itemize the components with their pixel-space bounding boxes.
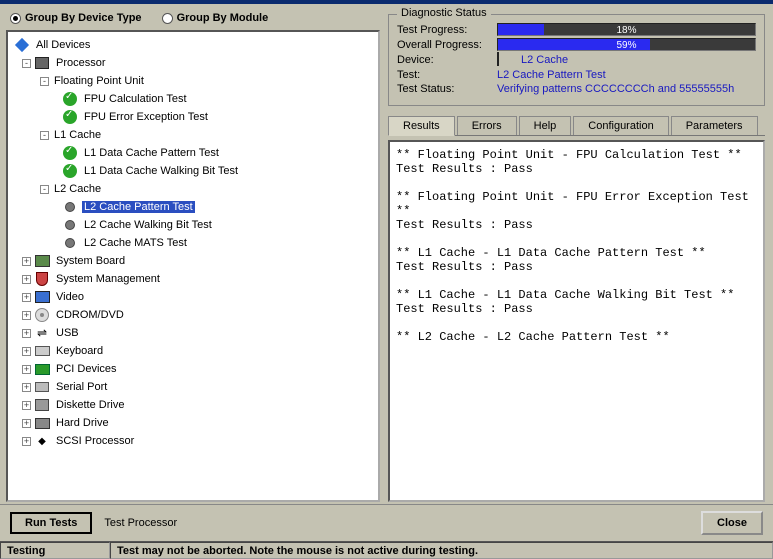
overall-progress-label: Overall Progress: [397, 39, 497, 51]
tree-processor[interactable]: - Processor [10, 54, 376, 72]
tab-bar: Results Errors Help Configuration Parame… [388, 116, 765, 136]
tree-test-selected[interactable]: L2 Cache Pattern Test [10, 198, 376, 216]
expand-icon[interactable]: + [22, 257, 31, 266]
group-by-device-radio[interactable]: Group By Device Type [10, 12, 142, 24]
group-by-module-radio[interactable]: Group By Module [162, 12, 269, 24]
tab-configuration[interactable]: Configuration [573, 116, 668, 135]
test-processor-label: Test Processor [104, 517, 177, 529]
progress-text: 18% [498, 24, 755, 35]
tree-usb[interactable]: + ⇌ USB [10, 324, 376, 342]
tab-errors[interactable]: Errors [457, 116, 517, 135]
diagnostic-status-group: Diagnostic Status Test Progress: 18% Ove… [388, 14, 765, 106]
keyboard-icon [35, 346, 50, 356]
diskette-icon [35, 399, 49, 411]
collapse-icon[interactable]: - [40, 185, 49, 194]
board-icon [35, 255, 50, 267]
pci-icon [35, 364, 50, 375]
button-bar: Run Tests Test Processor Close [0, 504, 773, 541]
expand-icon[interactable]: + [22, 437, 31, 446]
diamond-icon [15, 38, 29, 52]
test-progress-label: Test Progress: [397, 24, 497, 36]
tab-parameters[interactable]: Parameters [671, 116, 758, 135]
status-right: Test may not be aborted. Note the mouse … [110, 542, 773, 559]
status-value: Verifying patterns CCCCCCCCh and 5555555… [497, 83, 734, 95]
expand-icon[interactable]: + [22, 383, 31, 392]
expand-icon[interactable]: + [22, 419, 31, 428]
status-label: Test Status: [397, 83, 497, 95]
group-by-options: Group By Device Type Group By Module [2, 6, 384, 30]
check-icon [63, 110, 77, 124]
tree-test[interactable]: L2 Cache Walking Bit Test [10, 216, 376, 234]
scsi-icon: ◆ [34, 433, 50, 449]
check-icon [63, 146, 77, 160]
test-value: L2 Cache Pattern Test [497, 69, 606, 81]
tree-serial[interactable]: + Serial Port [10, 378, 376, 396]
pending-icon [65, 220, 75, 230]
device-value: L2 Cache [521, 54, 568, 66]
radio-label: Group By Module [177, 12, 269, 24]
device-tree[interactable]: All Devices - Processor - Floating Point… [6, 30, 380, 502]
status-left: Testing [0, 542, 110, 559]
tree-l1[interactable]: - L1 Cache [10, 126, 376, 144]
check-icon [63, 92, 77, 106]
status-bar: Testing Test may not be aborted. Note th… [0, 541, 773, 559]
expand-icon[interactable]: + [22, 401, 31, 410]
run-tests-button[interactable]: Run Tests [10, 512, 92, 534]
shield-icon [36, 272, 48, 286]
collapse-icon[interactable]: - [22, 59, 31, 68]
expand-icon[interactable]: + [22, 329, 31, 338]
tree-root[interactable]: All Devices [10, 36, 376, 54]
check-icon [63, 164, 77, 178]
tree-test[interactable]: FPU Calculation Test [10, 90, 376, 108]
tab-results[interactable]: Results [388, 116, 455, 136]
tree-test[interactable]: L2 Cache MATS Test [10, 234, 376, 252]
radio-icon [162, 13, 173, 24]
tree-fpu[interactable]: - Floating Point Unit [10, 72, 376, 90]
radio-icon [10, 13, 21, 24]
disc-icon [35, 308, 49, 322]
close-button[interactable]: Close [701, 511, 763, 535]
tree-system-board[interactable]: + System Board [10, 252, 376, 270]
collapse-icon[interactable]: - [40, 77, 49, 86]
tree-test[interactable]: L1 Data Cache Walking Bit Test [10, 162, 376, 180]
expand-icon[interactable]: + [22, 311, 31, 320]
expand-icon[interactable]: + [22, 293, 31, 302]
tree-keyboard[interactable]: + Keyboard [10, 342, 376, 360]
expand-icon[interactable]: + [22, 365, 31, 374]
tab-help[interactable]: Help [519, 116, 572, 135]
monitor-icon [35, 291, 50, 303]
tree-video[interactable]: + Video [10, 288, 376, 306]
tree-cdrom[interactable]: + CDROM/DVD [10, 306, 376, 324]
overall-progress-bar: 59% [497, 38, 756, 51]
device-label: Device: [397, 54, 497, 66]
usb-icon: ⇌ [34, 325, 50, 341]
test-progress-bar: 18% [497, 23, 756, 36]
radio-label: Group By Device Type [25, 12, 142, 24]
tree-system-management[interactable]: + System Management [10, 270, 376, 288]
tree-test[interactable]: FPU Error Exception Test [10, 108, 376, 126]
expand-icon[interactable]: + [22, 275, 31, 284]
tree-hard-drive[interactable]: + Hard Drive [10, 414, 376, 432]
serial-icon [35, 382, 49, 392]
tree-scsi[interactable]: + ◆ SCSI Processor [10, 432, 376, 450]
group-legend: Diagnostic Status [397, 7, 491, 19]
tree-test[interactable]: L1 Data Cache Pattern Test [10, 144, 376, 162]
tree-pci[interactable]: + PCI Devices [10, 360, 376, 378]
pending-icon [65, 202, 75, 212]
tree-l2[interactable]: - L2 Cache [10, 180, 376, 198]
results-output[interactable]: ** Floating Point Unit - FPU Calculation… [388, 140, 765, 502]
cpu-icon [35, 57, 49, 69]
collapse-icon[interactable]: - [40, 131, 49, 140]
hard-drive-icon [35, 418, 50, 429]
tree-diskette[interactable]: + Diskette Drive [10, 396, 376, 414]
pending-icon [65, 238, 75, 248]
progress-text: 59% [498, 39, 755, 50]
cpu-icon [497, 52, 499, 66]
expand-icon[interactable]: + [22, 347, 31, 356]
test-label: Test: [397, 69, 497, 81]
